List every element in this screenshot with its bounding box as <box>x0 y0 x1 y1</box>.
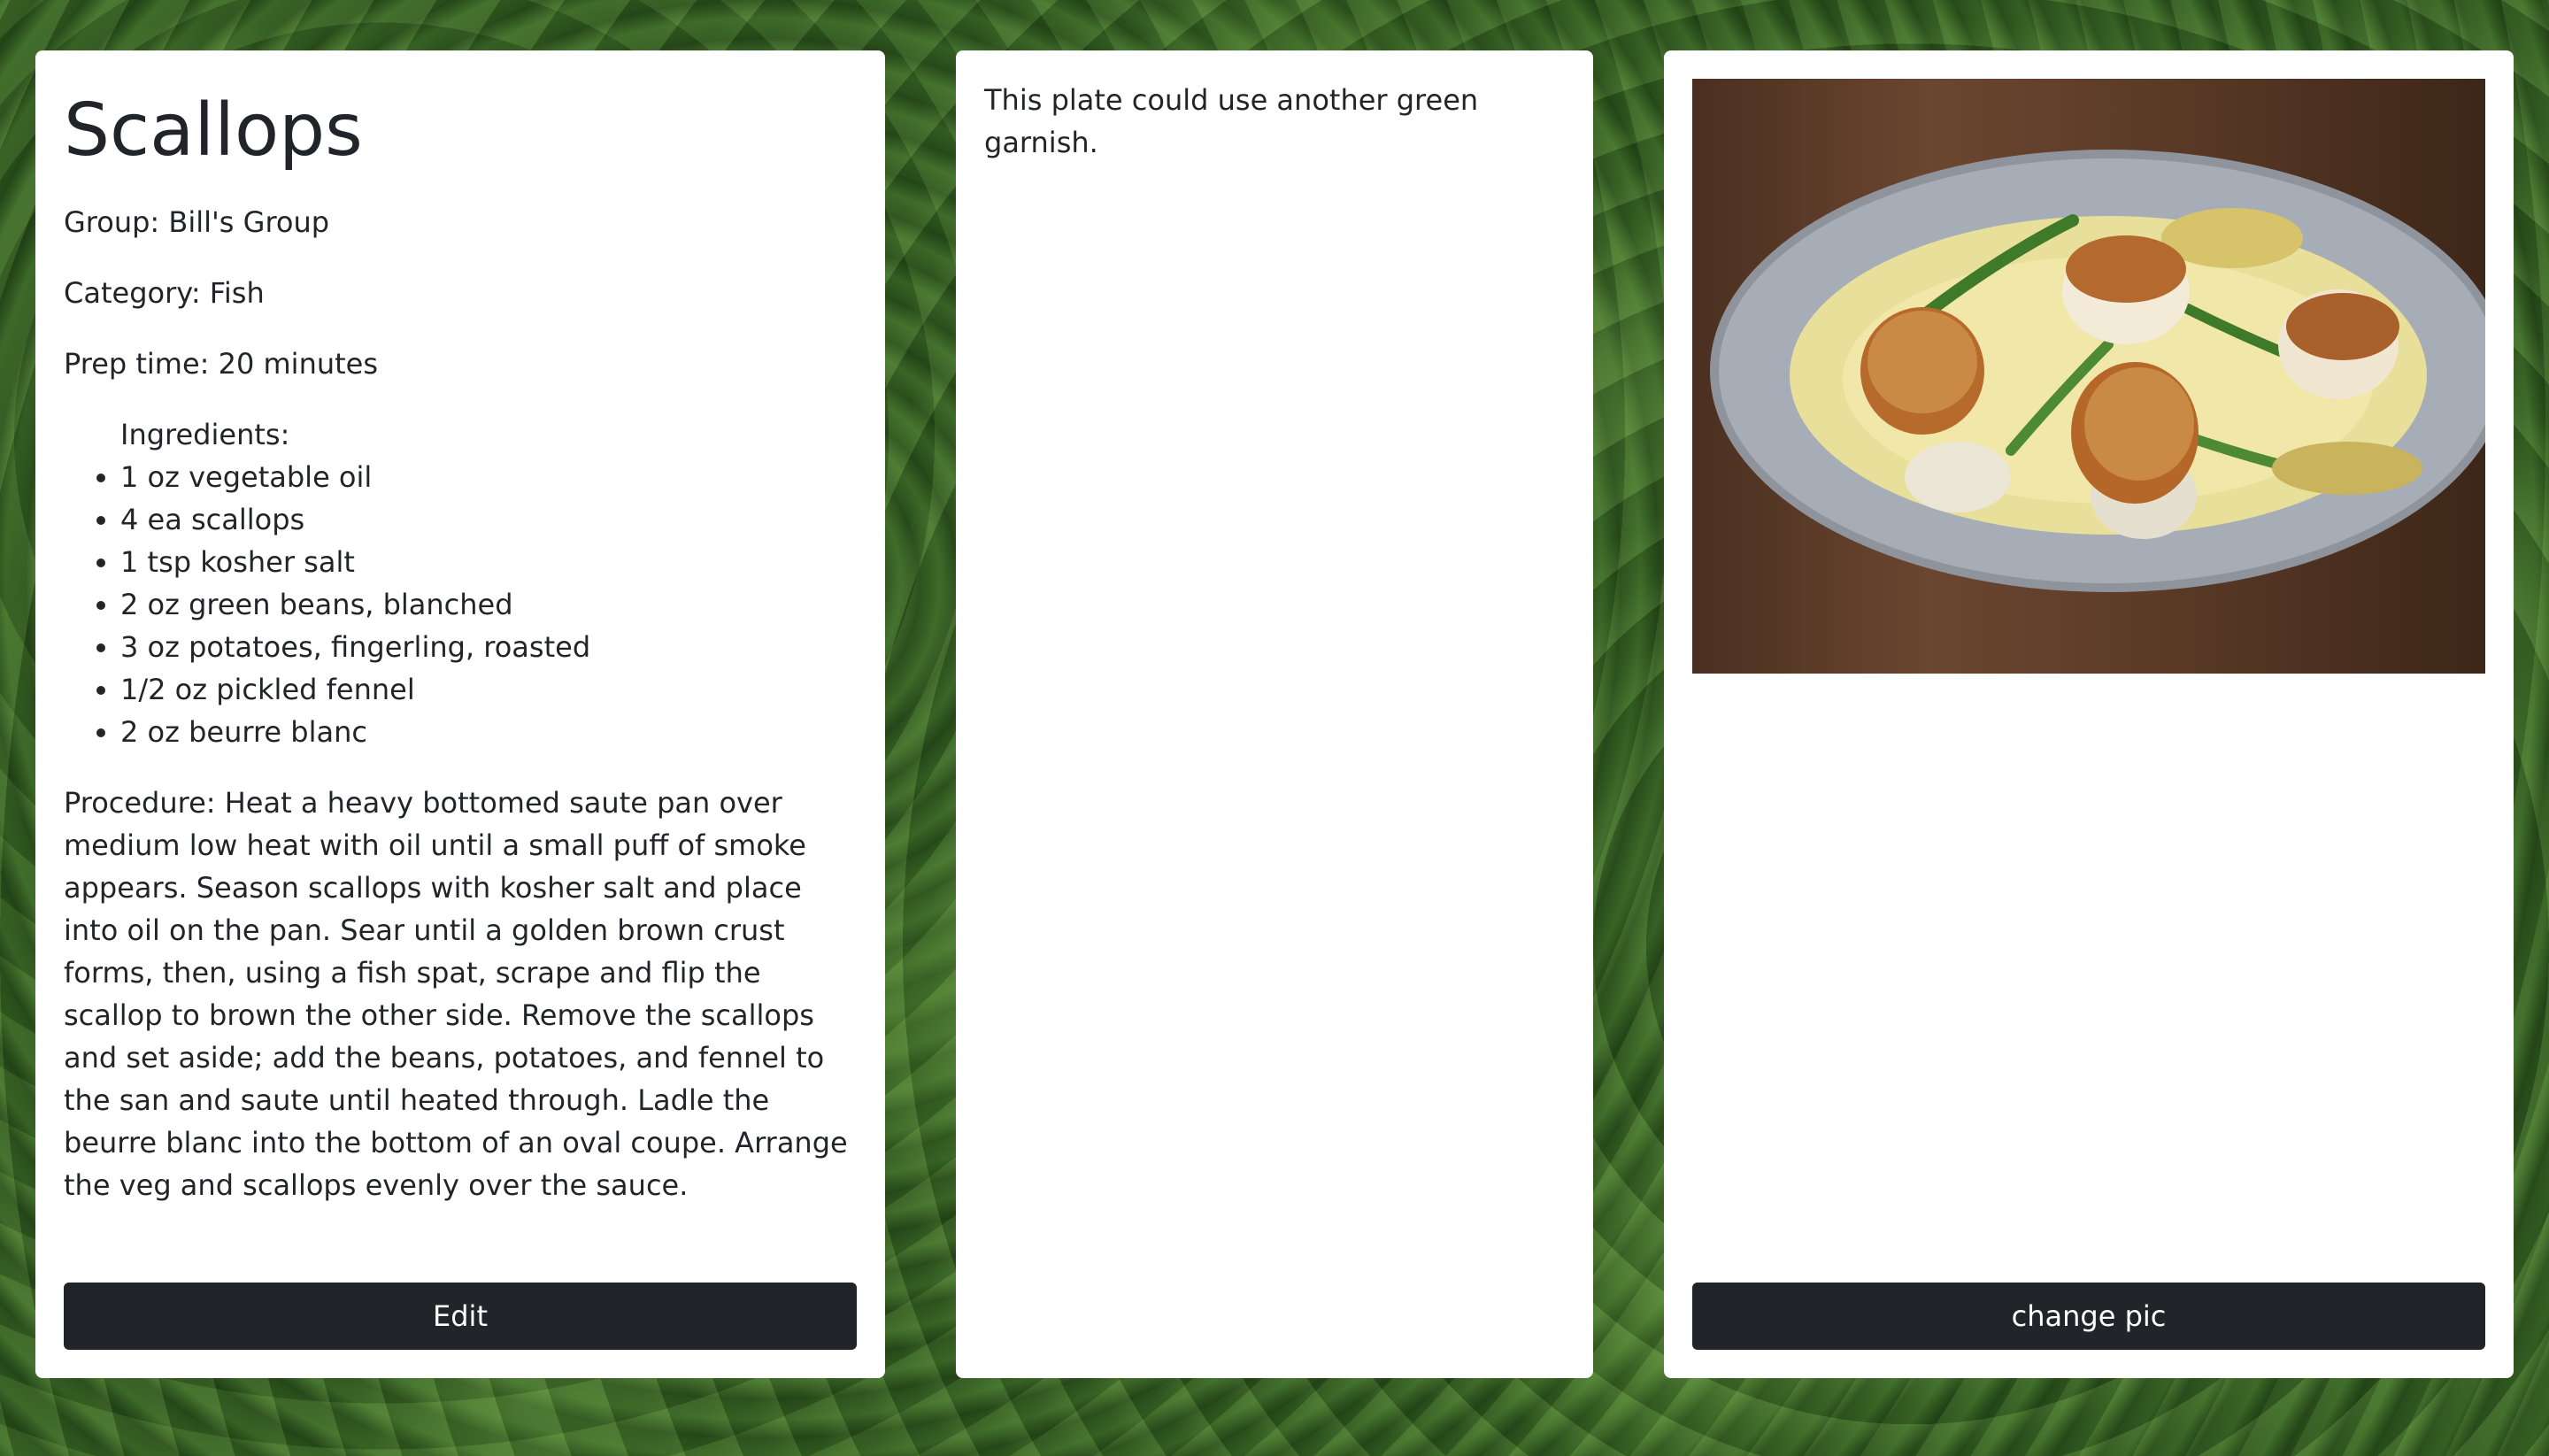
ingredient-item: 3 oz potatoes, fingerling, roasted <box>120 626 857 668</box>
ingredient-item: 1/2 oz pickled fennel <box>120 668 857 711</box>
recipe-procedure: Procedure: Heat a heavy bottomed saute p… <box>64 786 848 1203</box>
dish-photo <box>1692 79 2485 674</box>
ingredients-label: Ingredients: <box>120 418 290 452</box>
ingredients-list: 1 oz vegetable oil 4 ea scallops 1 tsp k… <box>64 456 857 753</box>
recipe-card: Scallops Group: Bill's Group Category: F… <box>35 50 885 1378</box>
ingredient-item: 2 oz beurre blanc <box>120 711 857 753</box>
photo-card: change pic <box>1664 50 2514 1378</box>
ingredient-item: 4 ea scallops <box>120 498 857 541</box>
recipe-group: Group: Bill's Group <box>64 205 330 240</box>
change-pic-button[interactable]: change pic <box>1692 1283 2485 1350</box>
note-text: This plate could use another green garni… <box>984 83 1479 159</box>
edit-button[interactable]: Edit <box>64 1283 857 1350</box>
notes-card: This plate could use another green garni… <box>956 50 1593 1378</box>
recipe-prep-time: Prep time: 20 minutes <box>64 347 379 381</box>
recipe-category: Category: Fish <box>64 276 265 311</box>
recipe-title: Scallops <box>64 89 363 173</box>
ingredient-item: 1 oz vegetable oil <box>120 456 857 498</box>
ingredient-item: 1 tsp kosher salt <box>120 541 857 583</box>
ingredient-item: 2 oz green beans, blanched <box>120 583 857 626</box>
